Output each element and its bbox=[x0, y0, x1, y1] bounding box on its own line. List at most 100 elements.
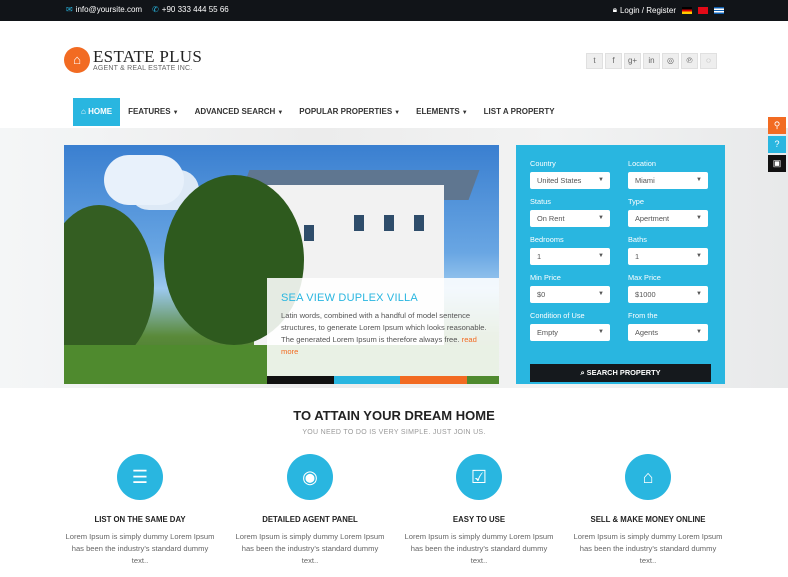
property-info-strip bbox=[267, 376, 334, 384]
caret-down-icon: ▼ bbox=[172, 110, 179, 116]
chevron-down-icon: ▼ bbox=[696, 329, 702, 335]
feature-card: ☑ EASY TO USE Lorem Ipsum is simply dumm… bbox=[394, 454, 564, 567]
caret-down-icon: ▼ bbox=[277, 110, 284, 116]
max-price-value: $1000 bbox=[635, 290, 656, 299]
feature-title: LIST ON THE SAME DAY bbox=[94, 515, 186, 524]
flag-german-icon[interactable] bbox=[682, 6, 692, 14]
location-label: Location bbox=[628, 159, 656, 168]
phone-contact[interactable]: ✆ +90 333 444 55 66 bbox=[152, 5, 229, 14]
check-icon: ☑ bbox=[456, 454, 502, 500]
property-price-strip bbox=[334, 376, 400, 384]
chevron-down-icon: ▼ bbox=[696, 291, 702, 297]
logo-title[interactable]: ESTATE PLUS bbox=[93, 47, 202, 67]
nav-advanced-search[interactable]: ADVANCED SEARCH ▼ bbox=[187, 98, 292, 126]
flag-greek-icon[interactable] bbox=[714, 6, 724, 14]
feature-card: ⌂ SELL & MAKE MONEY ONLINE Lorem Ipsum i… bbox=[563, 454, 733, 567]
flag-turkish-icon[interactable] bbox=[698, 6, 708, 14]
topbar-actions: 🔒︎ Login / Register bbox=[613, 5, 724, 15]
photo-window bbox=[414, 215, 424, 231]
chevron-down-icon: ▼ bbox=[598, 329, 604, 335]
condition-select[interactable]: Empty ▼ bbox=[530, 324, 610, 341]
feature-text: Lorem Ipsum is simply dummy Lorem Ipsum … bbox=[235, 532, 385, 565]
chevron-down-icon: ▼ bbox=[598, 215, 604, 221]
feature-card: ◉ DETAILED AGENT PANEL Lorem Ipsum is si… bbox=[225, 454, 395, 567]
twitter-icon[interactable]: t bbox=[586, 53, 603, 69]
link-icon[interactable]: ⚲ bbox=[768, 117, 786, 134]
type-label: Type bbox=[628, 197, 645, 206]
from-label: From the bbox=[628, 311, 658, 320]
property-caption: SEA VIEW DUPLEX VILLA Latin words, combi… bbox=[267, 278, 499, 376]
nav-features[interactable]: FEATURES ▼ bbox=[120, 98, 186, 126]
home-icon: ⌂ bbox=[81, 107, 86, 116]
photo-cloud bbox=[104, 155, 184, 205]
logo-house-icon[interactable]: ⌂ bbox=[64, 47, 90, 73]
envelope-icon: ✉ bbox=[66, 5, 73, 14]
property-action-strip[interactable] bbox=[400, 376, 467, 384]
google-plus-icon[interactable]: g+ bbox=[624, 53, 641, 69]
location-select[interactable]: Miami ▼ bbox=[628, 172, 708, 189]
nav-popular-properties[interactable]: POPULAR PROPERTIES ▼ bbox=[291, 98, 408, 126]
condition-field: Condition of Use Empty ▼ bbox=[530, 311, 610, 341]
chevron-down-icon: ▼ bbox=[598, 291, 604, 297]
lock-icon[interactable]: ▣ bbox=[768, 155, 786, 172]
condition-label: Condition of Use bbox=[530, 311, 585, 320]
logo-subtitle: AGENT & REAL ESTATE INC. bbox=[93, 65, 193, 72]
photo-window bbox=[304, 225, 314, 241]
top-bar: ✉ info@yoursite.com ✆ +90 333 444 55 66 … bbox=[0, 0, 788, 21]
country-select[interactable]: United States ▼ bbox=[530, 172, 610, 189]
github-icon[interactable]: ◎ bbox=[662, 53, 679, 69]
linkedin-icon[interactable]: in bbox=[643, 53, 660, 69]
property-title[interactable]: SEA VIEW DUPLEX VILLA bbox=[281, 292, 418, 304]
list-icon: ☰ bbox=[117, 454, 163, 500]
email-contact[interactable]: ✉ info@yoursite.com bbox=[66, 5, 142, 14]
max-price-field: Max Price $1000 ▼ bbox=[628, 273, 708, 303]
facebook-icon[interactable]: f bbox=[605, 53, 622, 69]
bedrooms-value: 1 bbox=[537, 252, 542, 261]
status-label: Status bbox=[530, 197, 551, 206]
condition-value: Empty bbox=[537, 328, 558, 337]
chevron-down-icon: ▼ bbox=[696, 253, 702, 259]
status-field: Status On Rent ▼ bbox=[530, 197, 610, 227]
login-register-link[interactable]: 🔒︎ Login / Register bbox=[613, 5, 676, 15]
help-icon[interactable]: ? bbox=[768, 136, 786, 153]
chevron-down-icon: ▼ bbox=[598, 253, 604, 259]
rss-icon[interactable]: ◌ bbox=[700, 53, 717, 69]
bedrooms-field: Bedrooms 1 ▼ bbox=[530, 235, 610, 265]
bedrooms-select[interactable]: 1 ▼ bbox=[530, 248, 610, 265]
max-price-label: Max Price bbox=[628, 273, 661, 282]
photo-window bbox=[384, 215, 394, 231]
nav-elements-label: ELEMENTS bbox=[416, 107, 460, 116]
home-icon: ⌂ bbox=[625, 454, 671, 500]
feature-text: Lorem Ipsum is simply dummy Lorem Ipsum … bbox=[65, 532, 215, 565]
feature-text: Lorem Ipsum is simply dummy Lorem Ipsum … bbox=[573, 532, 723, 565]
caret-down-icon: ▼ bbox=[394, 110, 401, 116]
chevron-down-icon: ▼ bbox=[696, 177, 702, 183]
nav-home[interactable]: ⌂ HOME bbox=[73, 98, 121, 126]
search-panel: Country United States ▼ Location Miami ▼ S… bbox=[516, 145, 725, 384]
min-price-select[interactable]: $0 ▼ bbox=[530, 286, 610, 303]
nav-list-property-label: LIST A PROPERTY bbox=[483, 107, 555, 116]
country-label: Country bbox=[530, 159, 556, 168]
phone-icon: ✆ bbox=[152, 5, 159, 14]
from-field: From the Agents ▼ bbox=[628, 311, 708, 341]
search-property-button[interactable]: ⌕ SEARCH PROPERTY bbox=[530, 364, 711, 382]
min-price-label: Min Price bbox=[530, 273, 561, 282]
type-select[interactable]: Apertment ▼ bbox=[628, 210, 708, 227]
section-title: TO ATTAIN YOUR DREAM HOME bbox=[293, 408, 495, 423]
baths-field: Baths 1 ▼ bbox=[628, 235, 708, 265]
min-price-field: Min Price $0 ▼ bbox=[530, 273, 610, 303]
baths-value: 1 bbox=[635, 252, 640, 261]
status-value: On Rent bbox=[537, 214, 565, 223]
nav-elements[interactable]: ELEMENTS ▼ bbox=[408, 98, 476, 126]
status-select[interactable]: On Rent ▼ bbox=[530, 210, 610, 227]
search-icon: ⌕ bbox=[580, 368, 585, 377]
social-links: t f g+ in ◎ ℗ ◌ bbox=[586, 53, 717, 69]
nav-list-property[interactable]: LIST A PROPERTY bbox=[476, 98, 563, 126]
max-price-select[interactable]: $1000 ▼ bbox=[628, 286, 708, 303]
baths-select[interactable]: 1 ▼ bbox=[628, 248, 708, 265]
bedrooms-label: Bedrooms bbox=[530, 235, 564, 244]
from-select[interactable]: Agents ▼ bbox=[628, 324, 708, 341]
search-button-label: SEARCH PROPERTY bbox=[586, 368, 661, 377]
pinterest-icon[interactable]: ℗ bbox=[681, 53, 698, 69]
nav-features-label: FEATURES bbox=[128, 107, 171, 116]
